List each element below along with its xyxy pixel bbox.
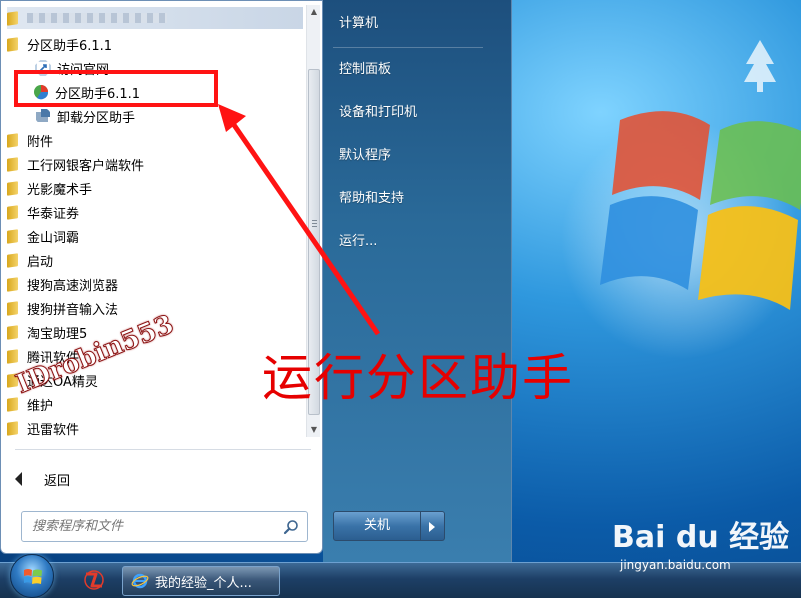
folder-icon <box>7 37 19 51</box>
program-item-uninstall[interactable]: 卸载分区助手 <box>35 105 135 127</box>
program-label: 启动 <box>27 254 54 270</box>
right-pane-separator <box>333 47 483 48</box>
blurred-label <box>27 13 167 23</box>
right-item-computer[interactable]: 计算机 <box>339 13 378 35</box>
program-label: 华泰证券 <box>27 206 80 222</box>
program-label: 维护 <box>27 398 54 414</box>
right-item-help-support[interactable]: 帮助和支持 <box>339 188 404 210</box>
folder-icon <box>7 301 19 315</box>
tree-icon <box>744 40 776 92</box>
back-label: 返回 <box>44 473 71 489</box>
folder-icon <box>7 133 19 147</box>
program-item-xunlei[interactable]: 迅雷软件 <box>7 417 80 438</box>
program-item-icbc[interactable]: 工行网银客户端软件 <box>7 153 144 175</box>
scroll-down-arrow-icon[interactable]: ▼ <box>309 425 319 435</box>
annotation-highlight-box <box>14 70 218 107</box>
program-label: 工行网银客户端软件 <box>27 158 145 174</box>
folder-icon <box>7 157 19 171</box>
taskbar-window-button[interactable]: 我的经验_个人... <box>122 566 280 596</box>
program-label: 金山词霸 <box>27 230 80 246</box>
program-label: 淘宝助理5 <box>27 326 88 342</box>
search-box[interactable] <box>21 511 308 542</box>
program-item-blurred[interactable] <box>7 7 303 29</box>
start-button[interactable] <box>10 554 54 598</box>
taskbar-window-label: 我的经验_个人... <box>155 575 252 591</box>
folder-icon <box>7 349 19 363</box>
program-item-sogou-browser[interactable]: 搜狗高速浏览器 <box>7 273 118 295</box>
folder-icon <box>7 181 19 195</box>
program-item-partition-folder[interactable]: 分区助手6.1.1 <box>7 33 112 55</box>
program-label: 卸载分区助手 <box>57 110 136 126</box>
folder-icon <box>7 205 19 219</box>
taskbar-app-icon[interactable] <box>82 568 106 592</box>
right-item-run[interactable]: 运行... <box>339 231 377 253</box>
program-item-accessories[interactable]: 附件 <box>7 129 53 151</box>
folder-icon <box>7 397 19 411</box>
program-label: 分区助手6.1.1 <box>27 38 113 54</box>
program-item-startup[interactable]: 启动 <box>7 249 53 271</box>
shutdown-button[interactable]: 关机 <box>333 511 421 541</box>
right-item-control-panel[interactable]: 控制面板 <box>339 59 391 81</box>
baidu-logo-text: Bai du 经验 <box>612 520 790 555</box>
program-item-photo-magic[interactable]: 光影魔术手 <box>7 177 92 199</box>
program-item-kingsoft[interactable]: 金山词霸 <box>7 225 79 247</box>
program-label: 附件 <box>27 134 54 150</box>
scroll-grip <box>312 220 317 221</box>
program-item-huatai[interactable]: 华泰证券 <box>7 201 79 223</box>
scroll-up-arrow-icon[interactable]: ▲ <box>309 7 319 17</box>
program-label: 迅雷软件 <box>27 422 80 438</box>
search-input[interactable] <box>32 519 272 534</box>
folder-icon <box>7 229 19 243</box>
program-item-sogou-input[interactable]: 搜狗拼音输入法 <box>7 297 118 319</box>
windows-logo-wallpaper <box>600 111 801 310</box>
scroll-grip <box>312 223 317 224</box>
folder-icon <box>7 11 19 25</box>
ie-icon <box>131 573 149 589</box>
annotation-text: 运行分区助手 <box>262 349 574 407</box>
right-item-default-programs[interactable]: 默认程序 <box>339 145 391 167</box>
baidu-url: jingyan.baidu.com <box>620 558 731 572</box>
program-item-taobao[interactable]: 淘宝助理5 <box>7 321 87 343</box>
uninstall-icon <box>36 109 50 122</box>
windows-flag-icon <box>24 569 42 584</box>
program-label: 搜狗拼音输入法 <box>27 302 119 318</box>
scroll-grip <box>312 226 317 227</box>
folder-icon <box>7 421 19 435</box>
back-button[interactable]: 返回 <box>15 467 70 491</box>
folder-icon <box>7 325 19 339</box>
program-label: 光影魔术手 <box>27 182 93 198</box>
right-item-devices-printers[interactable]: 设备和打印机 <box>339 102 417 124</box>
folder-icon <box>7 277 19 291</box>
menu-divider <box>15 449 311 450</box>
program-label: 搜狗高速浏览器 <box>27 278 119 294</box>
search-icon[interactable] <box>283 519 299 535</box>
baidu-jingyan-logo: Bai du 经验 <box>612 512 789 556</box>
start-menu-right-pane: 计算机 控制面板 设备和打印机 默认程序 帮助和支持 运行... 关机 <box>323 0 512 562</box>
folder-icon <box>7 253 19 267</box>
back-arrow-icon <box>15 472 22 486</box>
shutdown-options-button[interactable] <box>421 511 445 541</box>
